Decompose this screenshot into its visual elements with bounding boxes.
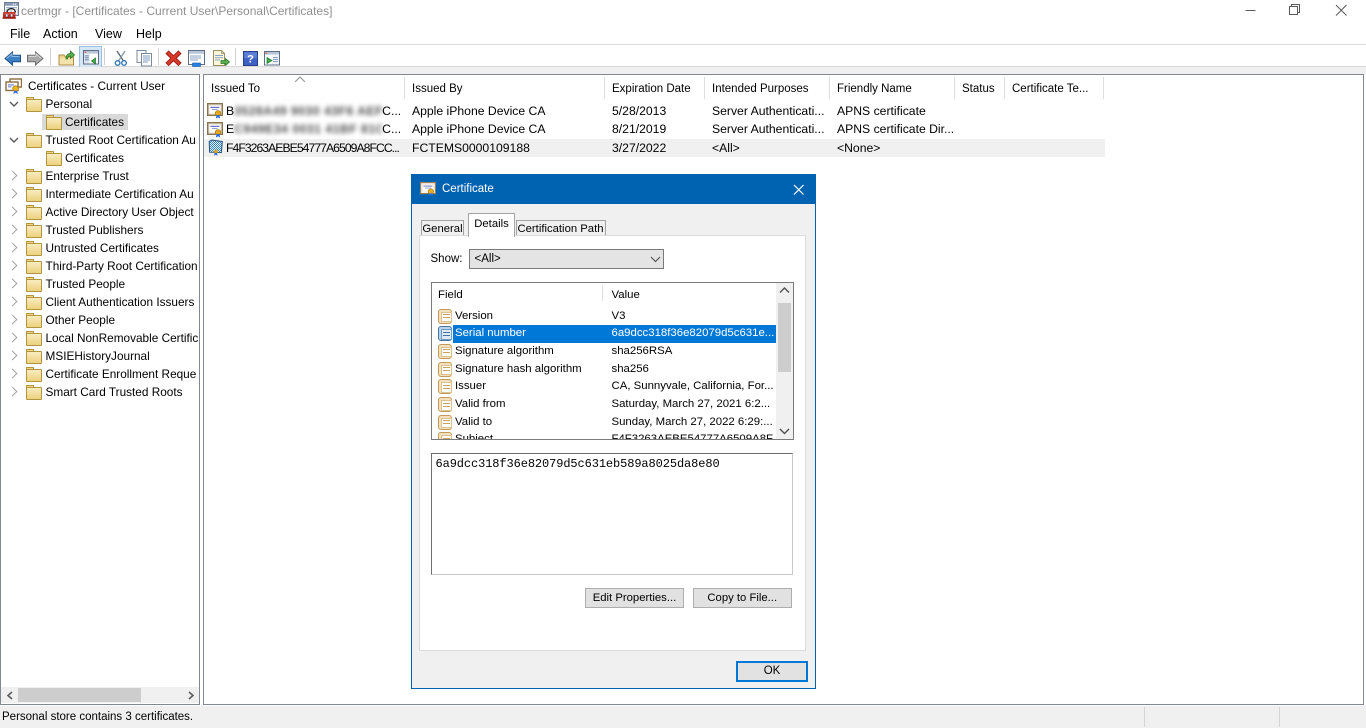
svg-text:?: ?	[247, 54, 254, 66]
